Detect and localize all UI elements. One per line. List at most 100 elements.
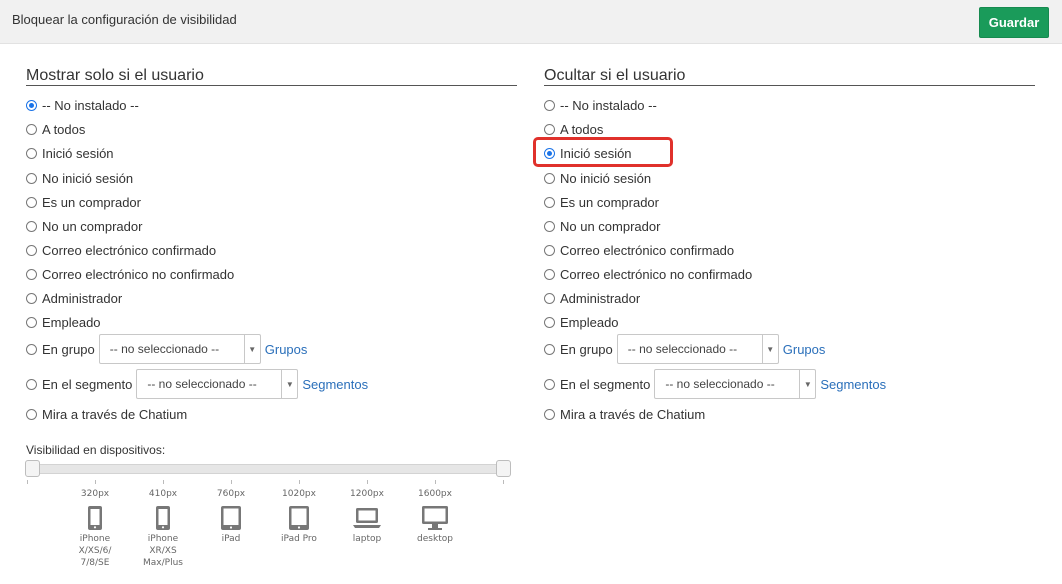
chevron-down-icon[interactable]: ▼: [799, 370, 815, 398]
radio-option-correo-electronico-no-confirmado[interactable]: Correo electrónico no confirmado: [26, 267, 234, 282]
radio-button[interactable]: [544, 343, 555, 355]
tablet-icon: [201, 503, 261, 533]
radio-button[interactable]: [544, 317, 555, 328]
radio-option-no-inicio-sesion[interactable]: No inició sesión: [26, 171, 133, 186]
radio-button[interactable]: [544, 221, 555, 232]
radio-label: En el segmento: [42, 376, 133, 392]
radio-label: -- No instalado --: [42, 98, 139, 113]
device-slider-min-handle[interactable]: [25, 460, 40, 477]
radio-button[interactable]: [544, 409, 555, 420]
radio-button[interactable]: [544, 100, 555, 111]
radio-option-no-un-comprador[interactable]: No un comprador: [544, 219, 660, 234]
device-breakpoint: 1600px: [418, 489, 452, 499]
radio-option-group[interactable]: En grupo -- no seleccionado -- ▼ Grupos: [26, 334, 307, 364]
radio-button[interactable]: [544, 197, 555, 208]
radio-option-correo-electronico-no-confirmado[interactable]: Correo electrónico no confirmado: [544, 267, 752, 282]
radio-button[interactable]: [26, 378, 37, 390]
device-ipad-pro-1020px[interactable]: 1020px iPad Pro: [269, 488, 329, 545]
desktop-icon: [405, 503, 465, 533]
radio-label: -- No instalado --: [560, 98, 657, 113]
radio-button[interactable]: [26, 100, 37, 111]
chevron-down-icon[interactable]: ▼: [761, 335, 778, 363]
radio-label: No un comprador: [42, 219, 143, 234]
radio-button[interactable]: [26, 148, 37, 159]
radio-button[interactable]: [26, 197, 37, 208]
radio-option-administrador[interactable]: Administrador: [26, 291, 122, 306]
slider-tick: [503, 480, 504, 484]
radio-option-a-todos[interactable]: A todos: [26, 122, 85, 137]
radio-option-administrador[interactable]: Administrador: [544, 291, 640, 306]
device-ipad-760px[interactable]: 760px iPad: [201, 488, 261, 545]
save-button[interactable]: Guardar: [979, 7, 1049, 38]
device-laptop-1200px[interactable]: 1200px laptop: [337, 488, 397, 545]
chevron-down-icon[interactable]: ▼: [281, 370, 297, 398]
radio-label: Empleado: [560, 315, 619, 330]
radio-option-chatium[interactable]: Mira a través de Chatium: [544, 407, 705, 422]
segments-link[interactable]: Segmentos: [820, 377, 886, 392]
radio-button[interactable]: [544, 245, 555, 256]
show-section-title: Mostrar solo si el usuario: [26, 67, 204, 84]
slider-tick: [163, 480, 164, 484]
radio-option-chatium[interactable]: Mira a través de Chatium: [26, 407, 187, 422]
radio-option-empleado[interactable]: Empleado: [544, 315, 619, 330]
radio-option-es-un-comprador[interactable]: Es un comprador: [26, 195, 141, 210]
radio-option-no-instalado[interactable]: -- No instalado --: [544, 98, 657, 113]
select-value: -- no seleccionado --: [109, 342, 220, 356]
device-name: desktop: [417, 534, 453, 544]
radio-option-es-un-comprador[interactable]: Es un comprador: [544, 195, 659, 210]
hide-section-title: Ocultar si el usuario: [544, 67, 686, 84]
highlight-annotation: [533, 137, 673, 167]
groups-link[interactable]: Grupos: [783, 342, 826, 357]
radio-button[interactable]: [26, 293, 37, 304]
device-name: iPhone X/XS/6/ 7/8/SE: [78, 534, 112, 568]
tablet-icon: [269, 503, 329, 533]
radio-option-inicio-sesion[interactable]: Inició sesión: [26, 146, 114, 161]
radio-label: Empleado: [42, 315, 101, 330]
device-slider-track[interactable]: [26, 464, 510, 474]
radio-button[interactable]: [26, 124, 37, 135]
radio-option-correo-electronico-confirmado[interactable]: Correo electrónico confirmado: [544, 243, 734, 258]
radio-button[interactable]: [544, 173, 555, 184]
device-iphone-320px[interactable]: 320px iPhone X/XS/6/ 7/8/SE: [65, 488, 125, 569]
radio-button[interactable]: [26, 269, 37, 280]
slider-tick: [435, 480, 436, 484]
show-section: Mostrar solo si el usuario -- No instala…: [26, 66, 517, 422]
radio-option-segment[interactable]: En el segmento -- no seleccionado -- ▼ Segm…: [544, 369, 886, 399]
radio-option-no-un-comprador[interactable]: No un comprador: [26, 219, 142, 234]
radio-option-a-todos[interactable]: A todos: [544, 122, 603, 137]
group-select[interactable]: -- no seleccionado -- ▼: [98, 334, 261, 364]
radio-option-group[interactable]: En grupo -- no seleccionado -- ▼ Grupos: [544, 334, 825, 364]
radio-option-no-inicio-sesion[interactable]: No inició sesión: [544, 171, 651, 186]
device-breakpoint: 1020px: [282, 489, 316, 499]
groups-link[interactable]: Grupos: [265, 342, 308, 357]
radio-button[interactable]: [544, 269, 555, 280]
device-name: iPhone XR/XS Max/Plus: [143, 534, 183, 568]
device-iphone-410px[interactable]: 410px iPhone XR/XS Max/Plus: [133, 488, 193, 569]
device-slider-max-handle[interactable]: [496, 460, 511, 477]
radio-option-correo-electronico-confirmado[interactable]: Correo electrónico confirmado: [26, 243, 216, 258]
chevron-down-icon[interactable]: ▼: [243, 335, 260, 363]
top-bar: Bloquear la configuración de visibilidad…: [0, 0, 1062, 44]
radio-option-empleado[interactable]: Empleado: [26, 315, 101, 330]
radio-button[interactable]: [544, 378, 555, 390]
radio-button[interactable]: [26, 409, 37, 420]
segment-select[interactable]: -- no seleccionado -- ▼: [654, 369, 817, 399]
radio-option-segment[interactable]: En el segmento -- no seleccionado -- ▼ Segm…: [26, 369, 368, 399]
segments-link[interactable]: Segmentos: [302, 377, 368, 392]
radio-label: Es un comprador: [42, 195, 141, 210]
segment-select[interactable]: -- no seleccionado -- ▼: [136, 369, 299, 399]
select-value: -- no seleccionado --: [147, 377, 257, 391]
radio-button[interactable]: [26, 245, 37, 256]
radio-button[interactable]: [544, 293, 555, 304]
radio-option-no-instalado[interactable]: -- No instalado --: [26, 98, 139, 113]
divider: [544, 85, 1035, 86]
radio-button[interactable]: [26, 173, 37, 184]
radio-button[interactable]: [26, 343, 37, 355]
device-desktop-1600px[interactable]: 1600px desktop: [405, 488, 465, 545]
radio-label: Correo electrónico no confirmado: [560, 267, 753, 282]
slider-tick: [231, 480, 232, 484]
radio-button[interactable]: [544, 124, 555, 135]
radio-button[interactable]: [26, 221, 37, 232]
radio-button[interactable]: [26, 317, 37, 328]
group-select[interactable]: -- no seleccionado -- ▼: [616, 334, 779, 364]
